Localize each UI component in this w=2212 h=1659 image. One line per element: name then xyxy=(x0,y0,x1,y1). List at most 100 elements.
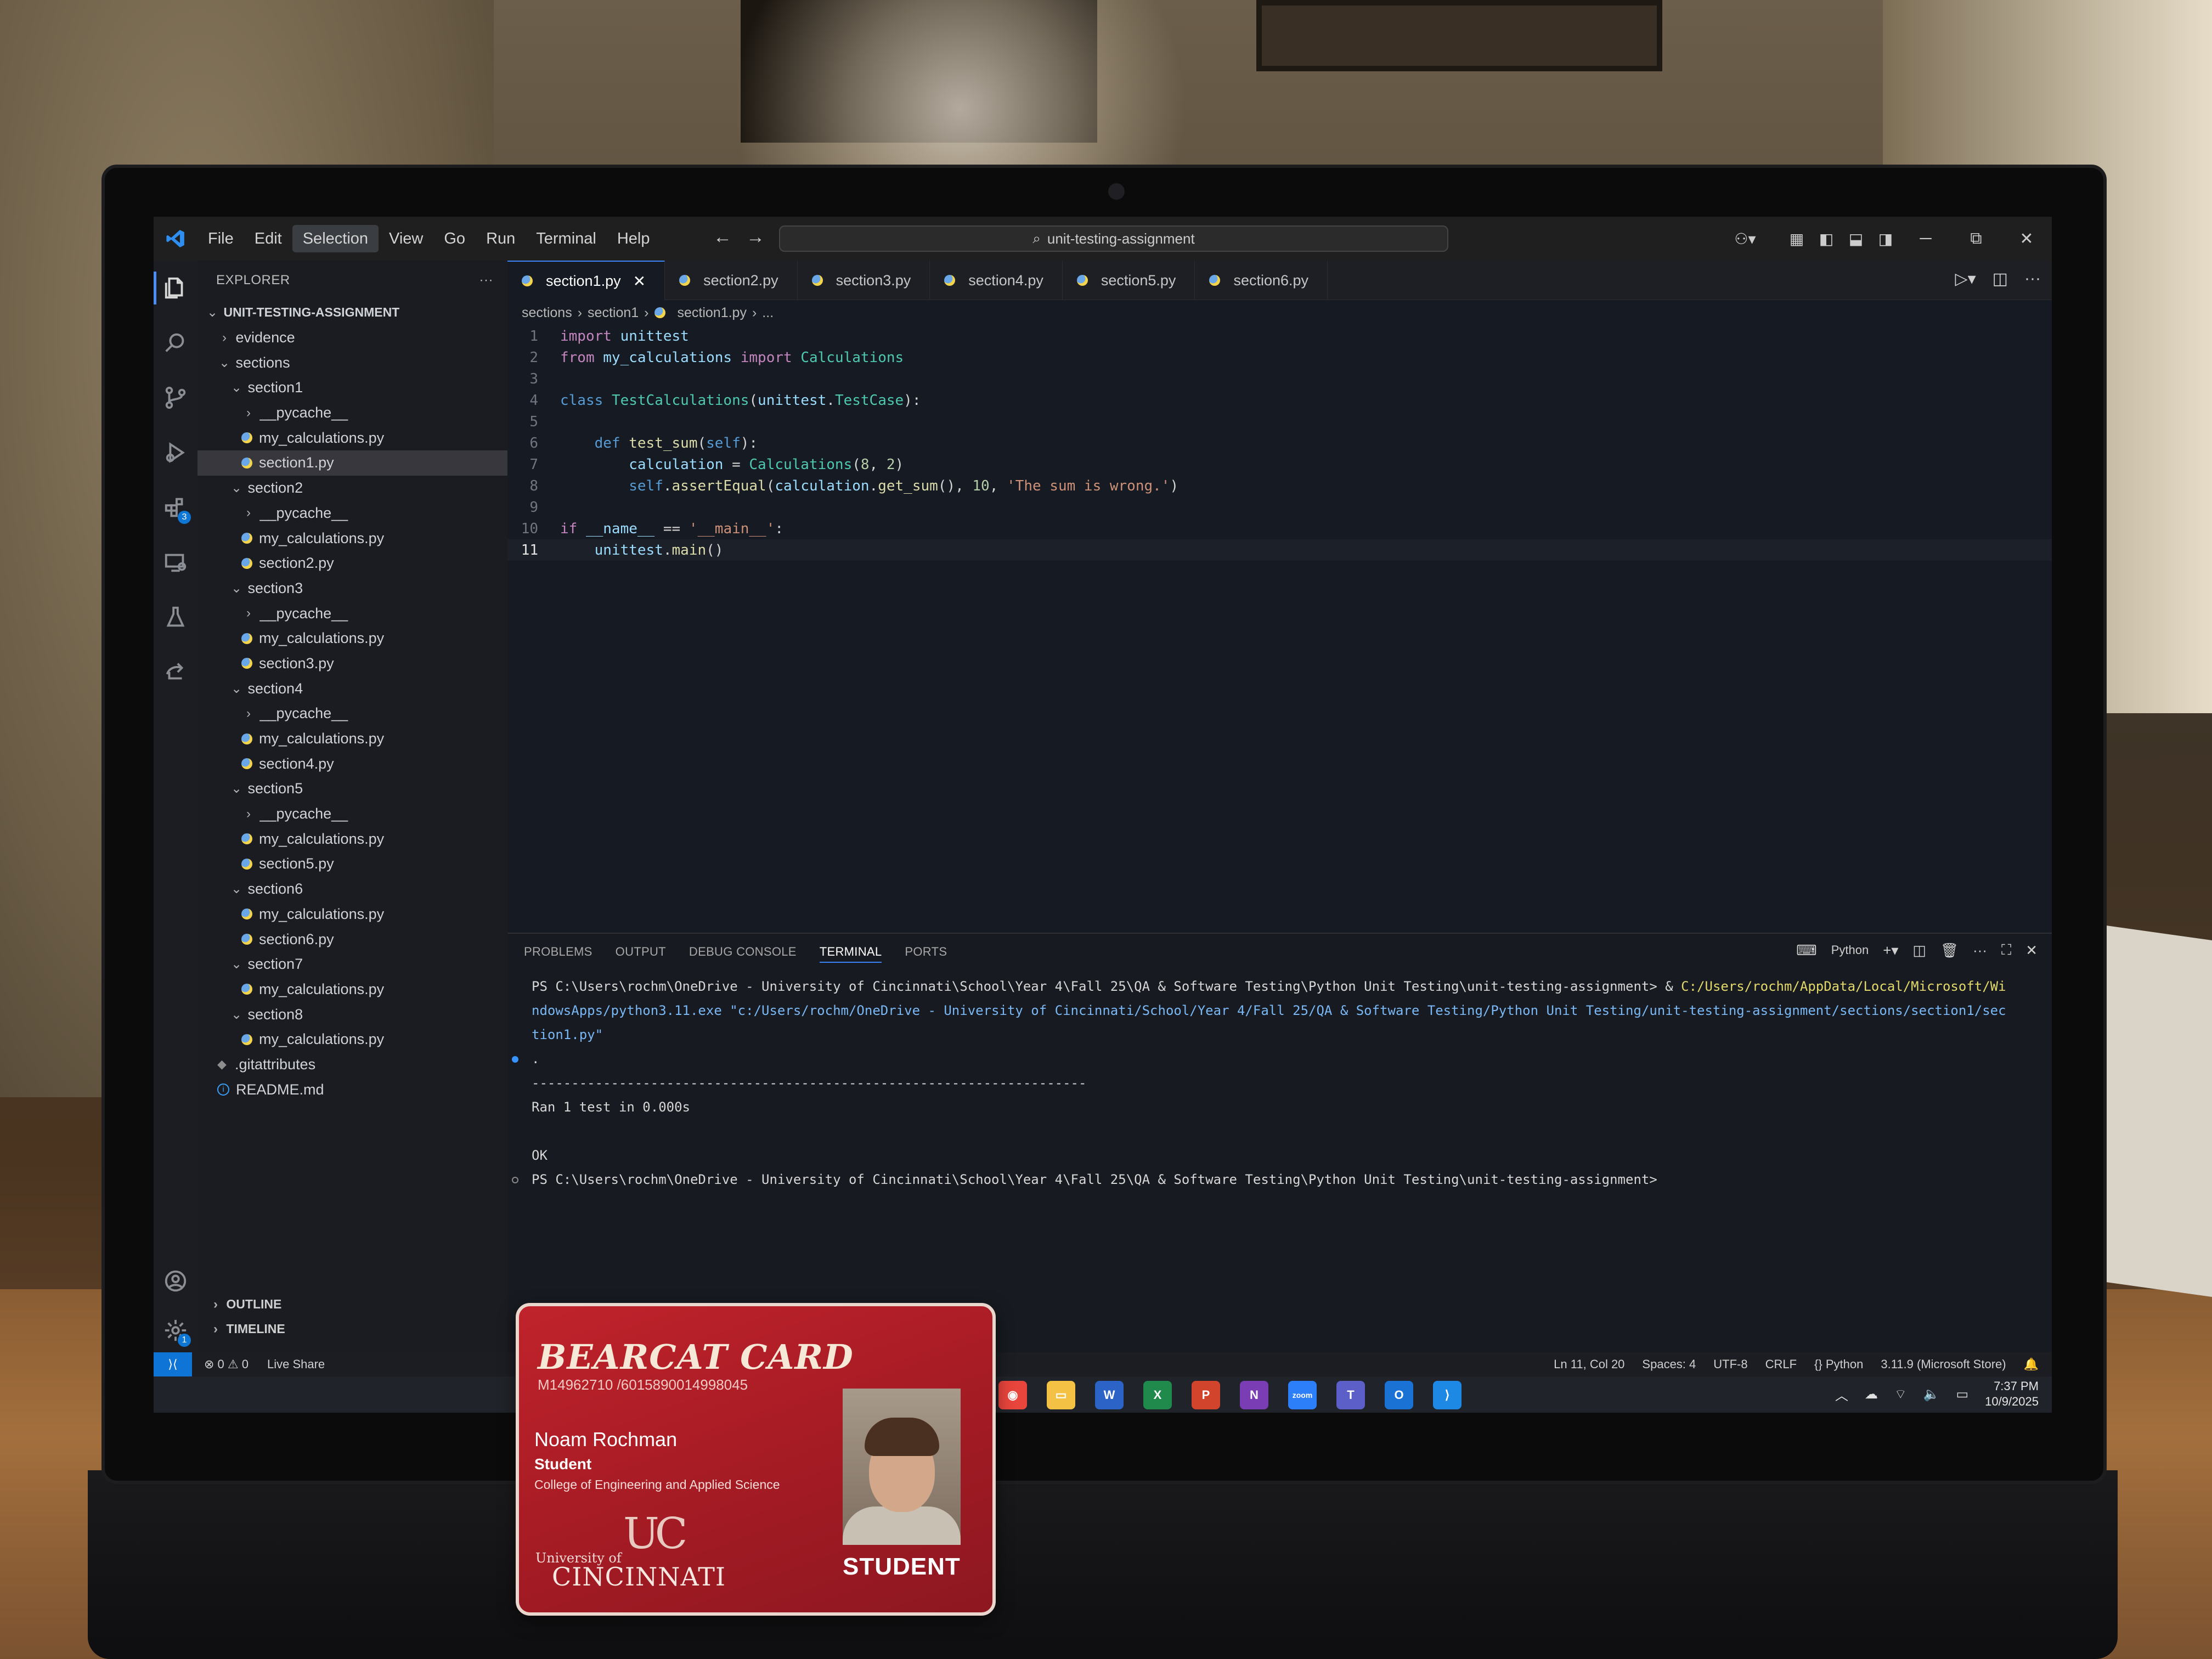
tree-folder[interactable]: ⌄ section1 xyxy=(198,375,507,400)
tree-file[interactable]: my_calculations.py xyxy=(198,1027,507,1052)
word-icon[interactable]: W xyxy=(1095,1381,1124,1409)
panel-tab-problems[interactable]: PROBLEMS xyxy=(524,941,592,963)
line-ending[interactable]: CRLF xyxy=(1765,1357,1797,1372)
explorer-icon[interactable] xyxy=(154,266,198,310)
code-line[interactable]: 10 if __name__ == '__main__': xyxy=(507,518,2052,539)
minimize-button[interactable]: ─ xyxy=(1900,229,1951,248)
menu-file[interactable]: File xyxy=(198,225,244,252)
customize-layout-icon[interactable]: ▦ xyxy=(1782,230,1812,248)
tree-folder[interactable]: › __pycache__ xyxy=(198,400,507,426)
code-line[interactable]: 2 from my_calculations import Calculation… xyxy=(507,347,2052,368)
tree-folder[interactable]: ⌄ section2 xyxy=(198,476,507,501)
chevron-up-icon[interactable]: ︿ xyxy=(1835,1385,1848,1404)
panel-tab-ports[interactable]: PORTS xyxy=(905,941,947,963)
code-editor[interactable]: 1 import unittest 2 from my_calculations im… xyxy=(507,325,2052,561)
remote-explorer-icon[interactable] xyxy=(154,540,198,584)
maximize-panel-icon[interactable]: ⛶ xyxy=(2001,941,2011,959)
notifications-bell-icon[interactable]: 🔔 xyxy=(2024,1357,2039,1372)
tab-section3[interactable]: section3.py xyxy=(798,261,930,300)
onenote-icon[interactable]: N xyxy=(1240,1381,1268,1409)
tree-folder[interactable]: › __pycache__ xyxy=(198,501,507,526)
tree-folder[interactable]: ⌄ UNIT-TESTING-ASSIGNMENT xyxy=(198,300,507,325)
toggle-sidebar-icon[interactable]: ◧ xyxy=(1812,230,1841,248)
terminal-output[interactable]: PS C:\Users\rochm\OneDrive - University … xyxy=(512,974,2027,1192)
tab-section5[interactable]: section5.py xyxy=(1063,261,1195,300)
close-window-button[interactable]: ✕ xyxy=(2001,229,2052,249)
tree-file[interactable]: section2.py xyxy=(198,551,507,576)
code-line[interactable]: 7 calculation = Calculations(8, 2) xyxy=(507,454,2052,475)
forward-arrow-icon[interactable]: → xyxy=(746,227,765,248)
speaker-icon[interactable]: 🔈 xyxy=(1923,1386,1940,1402)
more-actions-icon[interactable]: ··· xyxy=(479,273,493,288)
search-icon[interactable] xyxy=(154,321,198,365)
tree-file[interactable]: my_calculations.py xyxy=(198,626,507,651)
source-control-icon[interactable] xyxy=(154,376,198,420)
run-debug-icon[interactable] xyxy=(154,431,198,475)
menu-help[interactable]: Help xyxy=(607,225,661,252)
vscode-icon[interactable]: ⟩ xyxy=(1433,1381,1462,1409)
onedrive-icon[interactable]: ☁ xyxy=(1865,1386,1878,1402)
indentation[interactable]: Spaces: 4 xyxy=(1642,1357,1696,1372)
menu-edit[interactable]: Edit xyxy=(244,225,292,252)
kill-terminal-icon[interactable]: 🗑 xyxy=(1940,942,1959,959)
live-share-icon[interactable] xyxy=(154,650,198,694)
tree-file[interactable]: my_calculations.py xyxy=(198,902,507,927)
settings-gear-icon[interactable]: 1 xyxy=(154,1308,198,1352)
wifi-icon[interactable]: ⌔ xyxy=(1894,1386,1907,1402)
tab-section1[interactable]: section1.py ✕ xyxy=(507,261,665,300)
code-line[interactable]: 9 xyxy=(507,496,2052,518)
encoding[interactable]: UTF-8 xyxy=(1713,1357,1747,1372)
language-mode[interactable]: {} Python xyxy=(1814,1357,1863,1372)
tree-folder[interactable]: › evidence xyxy=(198,325,507,351)
toggle-panel-icon[interactable]: ⬓ xyxy=(1841,230,1871,248)
breadcrumb-item[interactable]: ... xyxy=(762,305,774,321)
outline-section[interactable]: › OUTLINE xyxy=(198,1292,507,1317)
restore-button[interactable]: ⧉ xyxy=(1951,229,2001,248)
run-python-file-icon[interactable]: ▷▾ xyxy=(1955,269,1976,289)
menu-selection[interactable]: Selection xyxy=(292,225,379,252)
split-terminal-icon[interactable]: ◫ xyxy=(1912,942,1926,959)
tree-folder[interactable]: ⌄ section6 xyxy=(198,877,507,902)
tab-section4[interactable]: section4.py xyxy=(930,261,1063,300)
new-terminal-icon[interactable]: +▾ xyxy=(1883,942,1898,959)
testing-icon[interactable] xyxy=(154,595,198,639)
tree-file[interactable]: section4.py xyxy=(198,751,507,776)
code-line[interactable]: 5 xyxy=(507,411,2052,432)
code-line[interactable]: 1 import unittest xyxy=(507,325,2052,347)
zoom-icon[interactable]: zoom xyxy=(1288,1381,1317,1409)
tree-folder[interactable]: ⌄ section7 xyxy=(198,952,507,977)
breadcrumb-item[interactable]: sections xyxy=(522,305,572,321)
tree-folder[interactable]: ⌄ section5 xyxy=(198,776,507,802)
battery-icon[interactable]: ▭ xyxy=(1956,1386,1968,1402)
menu-go[interactable]: Go xyxy=(433,225,476,252)
accounts-icon[interactable] xyxy=(154,1259,198,1303)
tree-file[interactable]: my_calculations.py xyxy=(198,526,507,551)
cursor-position[interactable]: Ln 11, Col 20 xyxy=(1554,1357,1624,1372)
tree-file[interactable]: my_calculations.py xyxy=(198,726,507,752)
split-editor-icon[interactable]: ◫ xyxy=(1993,269,2008,289)
tree-file[interactable]: my_calculations.py xyxy=(198,977,507,1002)
problems-indicator[interactable]: ⊗ 0 ⚠ 0 xyxy=(204,1357,249,1372)
file-explorer-icon[interactable]: ▭ xyxy=(1047,1381,1075,1409)
tree-file[interactable]: section1.py xyxy=(198,450,507,476)
code-line[interactable]: 11 unittest.main() xyxy=(507,539,2052,561)
code-line[interactable]: 6 def test_sum(self): xyxy=(507,432,2052,454)
interpreter-version[interactable]: 3.11.9 (Microsoft Store) xyxy=(1881,1357,2006,1372)
command-center-search[interactable]: ⌕ unit-testing-assignment xyxy=(779,225,1448,252)
outlook-icon[interactable]: O xyxy=(1385,1381,1413,1409)
panel-tab-terminal[interactable]: TERMINAL xyxy=(819,941,882,963)
tree-file[interactable]: ◆ .gitattributes xyxy=(198,1052,507,1077)
tree-folder[interactable]: ⌄ section8 xyxy=(198,1002,507,1027)
tree-file[interactable]: i README.md xyxy=(198,1077,507,1102)
tree-folder[interactable]: › __pycache__ xyxy=(198,701,507,726)
tab-section6[interactable]: section6.py xyxy=(1195,261,1328,300)
code-line[interactable]: 3 xyxy=(507,368,2052,390)
tree-folder[interactable]: › __pycache__ xyxy=(198,802,507,827)
tree-file[interactable]: section6.py xyxy=(198,927,507,952)
tree-folder[interactable]: ⌄ section4 xyxy=(198,676,507,701)
more-actions-icon[interactable]: ··· xyxy=(1973,942,1987,959)
code-line[interactable]: 8 self.assertEqual(calculation.get_sum()… xyxy=(507,475,2052,496)
terminal-shell-label[interactable]: Python xyxy=(1831,943,1869,957)
tree-file[interactable]: section5.py xyxy=(198,851,507,877)
clock[interactable]: 7:37 PM 10/9/2025 xyxy=(1985,1379,2039,1409)
